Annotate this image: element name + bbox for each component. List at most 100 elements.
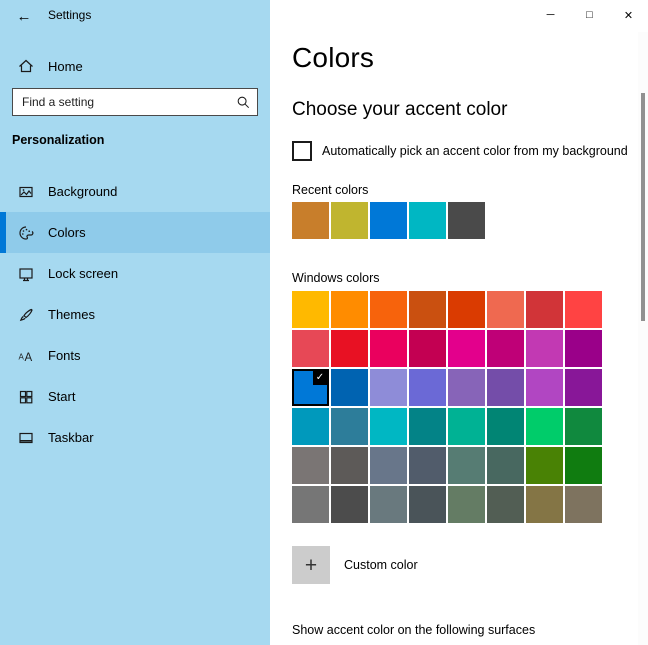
sidebar-item-lock-screen[interactable]: Lock screen	[0, 253, 270, 294]
minimize-icon: ─	[546, 9, 555, 21]
sidebar-item-home[interactable]: Home	[0, 48, 270, 84]
windows-color-swatch[interactable]	[331, 291, 368, 328]
sidebar-nav: Background Colors Lock screen Themes A A Fonts…	[0, 171, 270, 458]
windows-color-swatch[interactable]	[526, 291, 563, 328]
windows-color-swatch[interactable]	[331, 330, 368, 367]
sidebar-item-label: Taskbar	[48, 430, 94, 445]
windows-color-swatch[interactable]	[409, 408, 446, 445]
background-icon	[18, 184, 34, 200]
recent-color-swatch[interactable]	[292, 202, 329, 239]
svg-text:A: A	[25, 352, 33, 364]
windows-color-swatch[interactable]	[448, 447, 485, 484]
sidebar-item-label: Themes	[48, 307, 95, 322]
window-title: Settings	[48, 8, 92, 22]
plus-icon: +	[304, 553, 318, 577]
windows-color-swatch[interactable]	[448, 369, 485, 406]
windows-color-swatch[interactable]	[370, 408, 407, 445]
windows-color-swatch[interactable]	[370, 291, 407, 328]
windows-color-swatch[interactable]	[526, 330, 563, 367]
windows-color-swatch[interactable]	[526, 447, 563, 484]
custom-color-button[interactable]: +	[292, 546, 330, 584]
sidebar-item-label: Colors	[48, 225, 86, 240]
windows-color-swatch[interactable]	[487, 447, 524, 484]
section-title: Choose your accent color	[292, 99, 508, 120]
search-box	[12, 88, 258, 116]
windows-color-swatch[interactable]	[565, 408, 602, 445]
recent-color-swatch[interactable]	[409, 202, 446, 239]
windows-color-swatch[interactable]	[370, 330, 407, 367]
windows-color-swatch[interactable]	[331, 369, 368, 406]
windows-colors-label: Windows colors	[292, 271, 380, 285]
close-icon: ✕	[623, 9, 634, 22]
auto-pick-checkbox[interactable]	[292, 141, 312, 161]
recent-colors-row	[292, 202, 485, 239]
windows-color-swatch[interactable]	[331, 447, 368, 484]
windows-color-swatch[interactable]	[409, 486, 446, 523]
close-button[interactable]: ✕	[609, 0, 648, 30]
themes-icon	[18, 307, 34, 323]
windows-color-swatch[interactable]	[370, 447, 407, 484]
sidebar-item-colors[interactable]: Colors	[0, 212, 270, 253]
sidebar-item-themes[interactable]: Themes	[0, 294, 270, 335]
surfaces-heading: Show accent color on the following surfa…	[292, 623, 536, 637]
windows-color-swatch[interactable]	[487, 408, 524, 445]
windows-color-swatch[interactable]	[526, 486, 563, 523]
windows-color-swatch[interactable]	[565, 330, 602, 367]
auto-pick-label: Automatically pick an accent color from …	[322, 144, 628, 158]
sidebar-section-heading: Personalization	[12, 133, 105, 147]
windows-color-swatch[interactable]	[331, 408, 368, 445]
windows-color-swatch[interactable]	[487, 291, 524, 328]
windows-color-swatch[interactable]: ✓	[292, 369, 329, 406]
sidebar-item-label: Background	[48, 184, 118, 199]
titlebar: ← Settings	[0, 0, 270, 32]
sidebar-item-taskbar[interactable]: Taskbar	[0, 417, 270, 458]
windows-color-swatch[interactable]	[565, 369, 602, 406]
windows-color-swatch[interactable]	[292, 291, 329, 328]
custom-color-row: + Custom color	[292, 546, 418, 584]
windows-color-swatch[interactable]	[292, 486, 329, 523]
maximize-button[interactable]: □	[570, 0, 609, 30]
windows-color-swatch[interactable]	[565, 291, 602, 328]
scrollbar[interactable]	[638, 32, 648, 645]
recent-color-swatch[interactable]	[331, 202, 368, 239]
windows-color-swatch[interactable]	[487, 330, 524, 367]
windows-color-swatch[interactable]	[487, 369, 524, 406]
windows-color-swatch[interactable]	[448, 291, 485, 328]
recent-color-swatch[interactable]	[370, 202, 407, 239]
selected-check-icon: ✓	[313, 371, 327, 385]
windows-color-swatch[interactable]	[292, 408, 329, 445]
sidebar-item-background[interactable]: Background	[0, 171, 270, 212]
windows-color-swatch[interactable]	[487, 486, 524, 523]
windows-color-swatch[interactable]	[331, 486, 368, 523]
windows-color-swatch[interactable]	[409, 447, 446, 484]
search-input[interactable]	[13, 89, 257, 115]
windows-color-swatch[interactable]	[292, 447, 329, 484]
windows-color-swatch[interactable]	[409, 291, 446, 328]
windows-color-swatch[interactable]	[448, 330, 485, 367]
home-label: Home	[48, 58, 83, 74]
content: ─ □ ✕ Colors Choose your accent color Au…	[270, 0, 648, 645]
windows-color-swatch[interactable]	[526, 408, 563, 445]
windows-color-swatch[interactable]	[526, 369, 563, 406]
windows-color-swatch[interactable]	[565, 447, 602, 484]
windows-color-swatch[interactable]	[370, 486, 407, 523]
windows-color-swatch[interactable]	[370, 369, 407, 406]
windows-color-swatch[interactable]	[292, 330, 329, 367]
windows-color-swatch[interactable]	[448, 408, 485, 445]
scrollbar-thumb[interactable]	[641, 93, 645, 321]
maximize-icon: □	[586, 9, 593, 21]
sidebar-item-fonts[interactable]: A A Fonts	[0, 335, 270, 376]
taskbar-icon	[18, 430, 34, 446]
windows-color-swatch[interactable]	[565, 486, 602, 523]
back-button[interactable]: ←	[8, 3, 40, 29]
fonts-icon: AA	[18, 348, 34, 364]
windows-color-swatch[interactable]	[409, 330, 446, 367]
minimize-button[interactable]: ─	[531, 0, 570, 30]
windows-color-swatch[interactable]	[448, 486, 485, 523]
recent-color-swatch[interactable]	[448, 202, 485, 239]
windows-color-swatch[interactable]	[409, 369, 446, 406]
custom-color-label: Custom color	[344, 558, 418, 572]
page-title: Colors	[292, 42, 375, 73]
search-icon[interactable]	[236, 95, 250, 109]
sidebar-item-start[interactable]: Start	[0, 376, 270, 417]
